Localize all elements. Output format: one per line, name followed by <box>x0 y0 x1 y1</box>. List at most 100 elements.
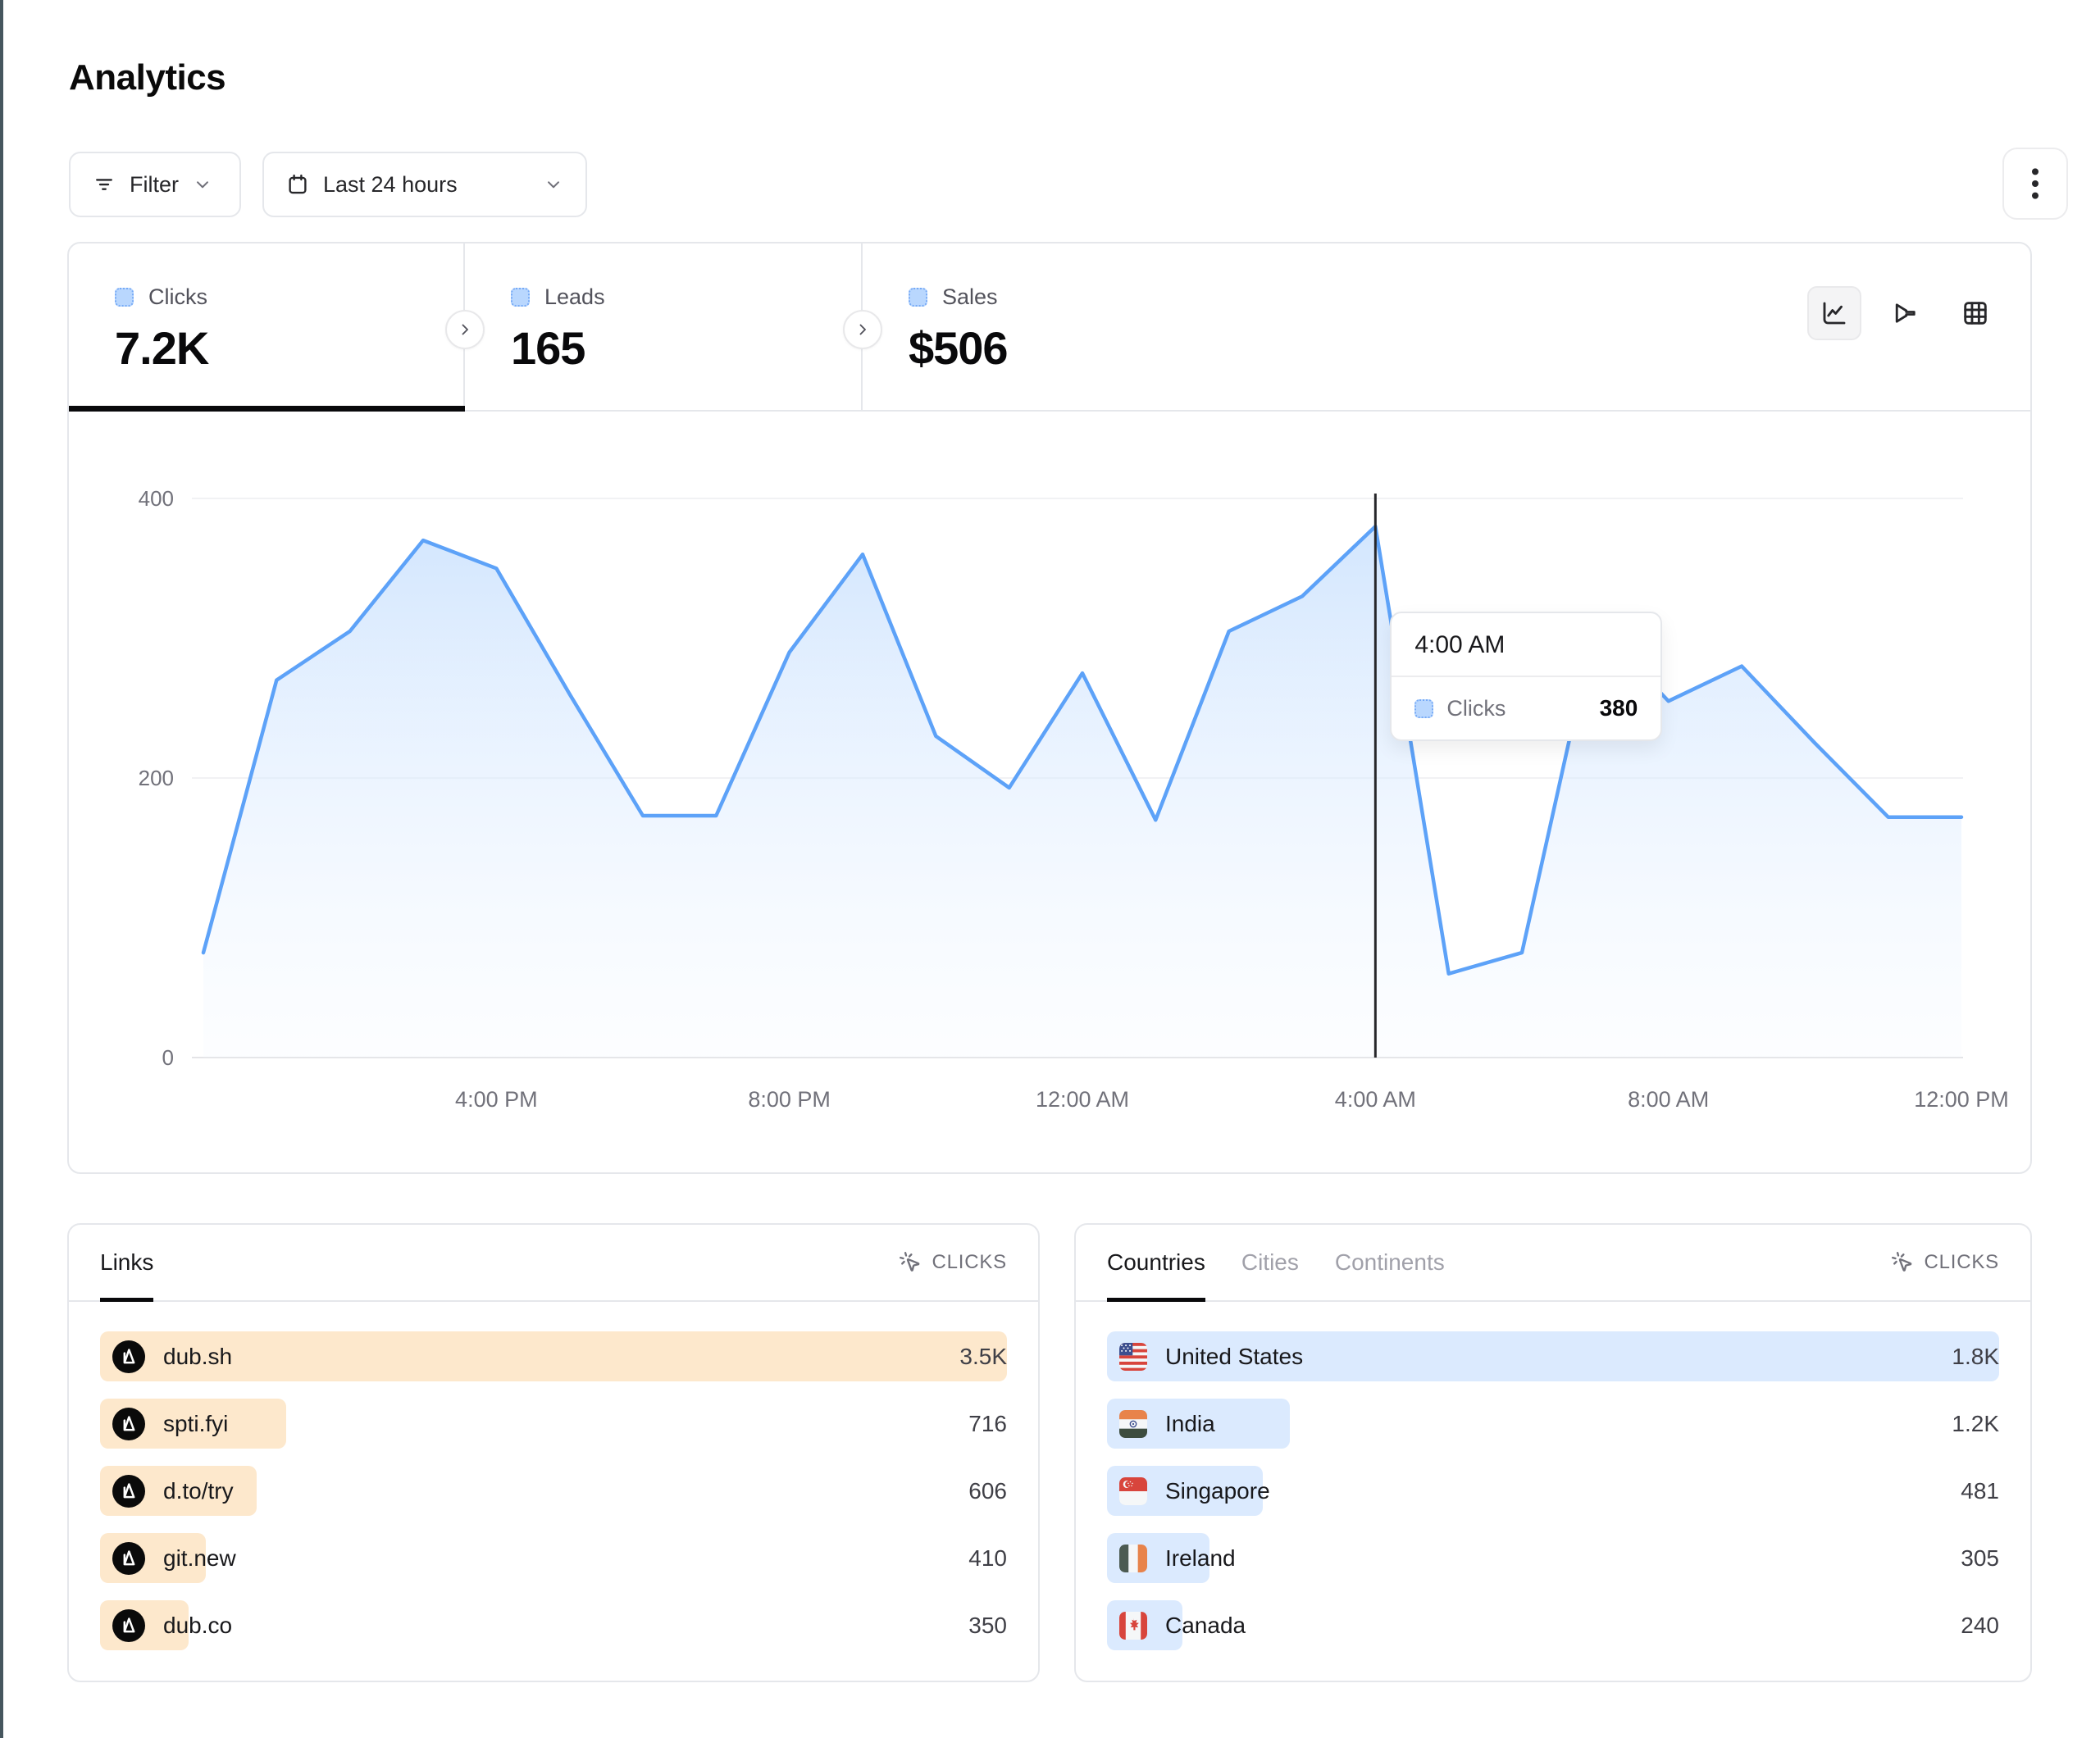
sales-tab-label: Sales <box>942 284 998 310</box>
tab-cities[interactable]: Cities <box>1241 1225 1299 1300</box>
table-view-button[interactable] <box>1948 286 2002 340</box>
link-clicks-value: 350 <box>968 1600 1007 1650</box>
country-label: Canada <box>1165 1613 1246 1639</box>
country-row-ireland[interactable]: Ireland 305 <box>1107 1533 1999 1583</box>
expand-clicks-leads-button[interactable] <box>445 310 485 349</box>
link-label: dub.co <box>163 1613 232 1639</box>
leads-tab-value: 165 <box>511 321 861 375</box>
chevron-down-icon <box>543 174 564 195</box>
kebab-menu-icon <box>2023 167 2048 200</box>
date-range-label: Last 24 hours <box>323 172 458 198</box>
dub-logo-icon <box>112 1475 145 1508</box>
country-label: India <box>1165 1411 1215 1437</box>
links-rows: dub.sh 3.5K spti.fyi 716 d.to/try 606 <box>69 1302 1038 1650</box>
countries-metric-header-label: CLICKS <box>1925 1251 2000 1274</box>
link-label: dub.sh <box>163 1344 232 1370</box>
links-panel: Links CLICKS dub.sh <box>67 1223 1040 1682</box>
chart-tooltip: 4:00 AM Clicks 380 <box>1390 612 1662 741</box>
link-label: d.to/try <box>163 1478 234 1504</box>
link-row-dub-co[interactable]: dub.co 350 <box>100 1600 1007 1650</box>
link-row-git-new[interactable]: git.new 410 <box>100 1533 1007 1583</box>
links-tab-label: Links <box>100 1249 153 1276</box>
sales-legend-swatch <box>909 288 927 307</box>
country-row-india[interactable]: India 1.2K <box>1107 1399 1999 1449</box>
country-row-canada[interactable]: Canada 240 <box>1107 1600 1999 1650</box>
svg-text:4:00 PM: 4:00 PM <box>455 1087 538 1112</box>
country-clicks-value: 481 <box>1961 1466 1999 1516</box>
country-clicks-value: 1.2K <box>1952 1399 1999 1449</box>
ireland-flag-icon <box>1119 1545 1147 1572</box>
link-label: spti.fyi <box>163 1411 228 1437</box>
clicks-tab-label: Clicks <box>148 284 207 310</box>
countries-metric-header[interactable]: CLICKS <box>1890 1250 2000 1275</box>
link-row-dub-sh[interactable]: dub.sh 3.5K <box>100 1331 1007 1381</box>
dub-logo-icon <box>112 1340 145 1373</box>
country-label: United States <box>1165 1344 1303 1370</box>
dub-logo-icon <box>112 1408 145 1440</box>
cities-tab-label: Cities <box>1241 1249 1299 1276</box>
svg-text:12:00 AM: 12:00 AM <box>1036 1087 1129 1112</box>
svg-text:400: 400 <box>139 486 174 511</box>
leads-tab-label: Leads <box>544 284 605 310</box>
link-clicks-value: 3.5K <box>959 1331 1007 1381</box>
chart-canvas: 02004004:00 PM8:00 PM12:00 AM4:00 AM8:00… <box>69 412 2030 1172</box>
tab-continents[interactable]: Continents <box>1335 1225 1445 1300</box>
leads-legend-swatch <box>511 288 530 307</box>
tooltip-series-label: Clicks <box>1446 696 1506 721</box>
line-chart-view-button[interactable] <box>1807 286 1861 340</box>
svg-text:8:00 AM: 8:00 AM <box>1628 1087 1709 1112</box>
clicks-tab-value: 7.2K <box>115 321 463 375</box>
tooltip-series-row: Clicks 380 <box>1392 677 1660 739</box>
svg-text:200: 200 <box>139 766 174 790</box>
filter-icon <box>92 172 116 197</box>
more-options-button[interactable] <box>2002 148 2068 220</box>
filter-button[interactable]: Filter <box>69 152 241 217</box>
chart-view-toggles <box>1807 286 2002 340</box>
canada-flag-icon <box>1119 1612 1147 1640</box>
analytics-chart-card: Clicks 7.2K Leads 165 Sales $506 <box>67 242 2032 1174</box>
country-clicks-value: 240 <box>1961 1600 1999 1650</box>
expand-leads-sales-button[interactable] <box>843 310 882 349</box>
link-row-d-to-try[interactable]: d.to/try 606 <box>100 1466 1007 1516</box>
cursor-click-icon <box>1890 1250 1915 1275</box>
page-title: Analytics <box>69 57 225 98</box>
links-metric-header-label: CLICKS <box>932 1251 1008 1274</box>
tab-leads[interactable]: Leads 165 <box>465 243 863 410</box>
dub-logo-icon <box>112 1542 145 1575</box>
sidebar-edge-divider <box>0 0 3 1738</box>
metric-tabs-row: Clicks 7.2K Leads 165 Sales $506 <box>69 243 2030 412</box>
countries-rows: United States 1.8K India 1.2K Singapore … <box>1076 1302 2030 1650</box>
tab-clicks[interactable]: Clicks 7.2K <box>69 243 465 410</box>
continents-tab-label: Continents <box>1335 1249 1445 1276</box>
country-row-singapore[interactable]: Singapore 481 <box>1107 1466 1999 1516</box>
clicks-time-series-chart[interactable]: 02004004:00 PM8:00 PM12:00 AM4:00 AM8:00… <box>69 412 2030 1172</box>
link-row-spti-fyi[interactable]: spti.fyi 716 <box>100 1399 1007 1449</box>
countries-panel-header: Countries Cities Continents CLICKS <box>1076 1225 2030 1302</box>
tooltip-series-value: 380 <box>1600 695 1638 721</box>
grid-icon <box>1961 298 1990 328</box>
countries-tab-label: Countries <box>1107 1249 1205 1276</box>
tab-links[interactable]: Links <box>100 1225 153 1300</box>
dub-logo-icon <box>112 1609 145 1642</box>
singapore-flag-icon <box>1119 1477 1147 1505</box>
link-label: git.new <box>163 1545 236 1572</box>
country-row-united-states[interactable]: United States 1.8K <box>1107 1331 1999 1381</box>
cursor-click-icon <box>898 1250 922 1275</box>
link-clicks-value: 606 <box>968 1466 1007 1516</box>
svg-text:8:00 PM: 8:00 PM <box>748 1087 831 1112</box>
tooltip-time: 4:00 AM <box>1392 613 1660 677</box>
svg-text:12:00 PM: 12:00 PM <box>1914 1087 2009 1112</box>
funnel-view-button[interactable] <box>1878 286 1932 340</box>
chevron-down-icon <box>192 174 213 195</box>
countries-tab-underline <box>1107 1298 1205 1302</box>
svg-text:4:00 AM: 4:00 AM <box>1335 1087 1416 1112</box>
links-tab-underline <box>100 1298 153 1302</box>
country-label: Singapore <box>1165 1478 1270 1504</box>
links-metric-header[interactable]: CLICKS <box>898 1250 1008 1275</box>
india-flag-icon <box>1119 1410 1147 1438</box>
date-range-button[interactable]: Last 24 hours <box>262 152 587 217</box>
tooltip-legend-swatch <box>1414 699 1433 718</box>
calendar-icon <box>285 172 310 197</box>
tab-countries[interactable]: Countries <box>1107 1225 1205 1300</box>
countries-panel: Countries Cities Continents CLICKS <box>1074 1223 2032 1682</box>
